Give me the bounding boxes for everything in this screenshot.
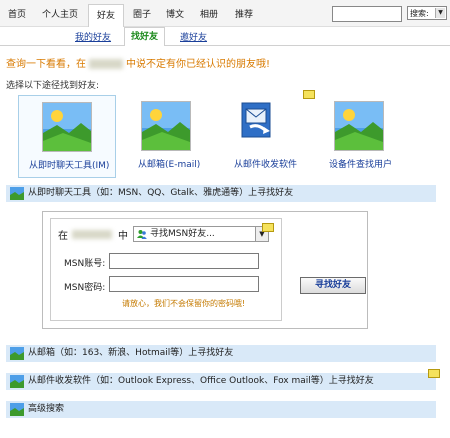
zhong-label: 中: [118, 231, 128, 242]
tile-im[interactable]: 从即时聊天工具(IM): [18, 95, 116, 178]
nav-item-blog[interactable]: 博文: [166, 7, 184, 20]
top-nav-bar: 首页 个人主页 好友 圈子 博文 相册 推荐 搜索: ▼: [0, 0, 450, 27]
section-email-title: 从邮箱（如：163、新浪、Hotmail等）上寻找好友: [28, 348, 234, 358]
search-type-select[interactable]: 搜索: ▼: [407, 6, 447, 20]
section-advanced-title: 高级搜索: [28, 404, 65, 414]
blurred-site-name: [72, 230, 112, 239]
image-placeholder-icon[interactable]: [334, 101, 384, 151]
image-placeholder-icon: [10, 375, 24, 388]
privacy-note: 请放心，我们不会保留你的密码哦!: [122, 299, 246, 308]
find-friends-button[interactable]: 寻找好友: [300, 277, 366, 294]
nav-item-profile[interactable]: 个人主页: [42, 7, 78, 20]
nav-item-circles[interactable]: 圈子: [133, 7, 151, 20]
msn-account-field[interactable]: [109, 253, 259, 269]
image-placeholder-icon: [10, 347, 24, 360]
tile-mail-client-label[interactable]: 从邮件收发软件: [234, 157, 297, 170]
nav-item-home[interactable]: 首页: [8, 7, 26, 20]
envelope-icon: [262, 223, 274, 232]
intro-prefix: 查询一下看看，在: [6, 59, 86, 70]
nav-item-recommend[interactable]: 推荐: [235, 7, 253, 20]
envelope-icon: [428, 369, 440, 378]
nav-item-friends[interactable]: 好友: [88, 4, 125, 27]
section-email[interactable]: 从邮箱（如：163、新浪、Hotmail等）上寻找好友: [6, 345, 436, 362]
section-advanced-search[interactable]: 高级搜索: [6, 401, 436, 418]
intro-suffix: 中说不定有你已经认识的朋友哦!: [126, 59, 271, 70]
msn-password-label: MSN密码:: [64, 283, 106, 293]
envelope-icon: [303, 90, 315, 99]
intro-text: 查询一下看看，在 中说不定有你已经认识的朋友哦!: [6, 55, 270, 70]
search-input[interactable]: [332, 6, 402, 22]
blurred-site-name: [89, 59, 123, 69]
msn-buddy-icon: [137, 230, 147, 239]
image-placeholder-icon: [10, 187, 24, 200]
image-placeholder-icon: [10, 403, 24, 416]
image-placeholder-icon[interactable]: [141, 101, 191, 151]
mail-client-icon[interactable]: [240, 101, 276, 143]
tab-invite-friends[interactable]: 邀好友: [180, 30, 207, 43]
friends-subtabs: 我的好友 找好友 邀好友: [0, 27, 450, 46]
section-im-title: 从即时聊天工具（如：MSN、QQ、Gtalk、雅虎通等）上寻找好友: [28, 188, 294, 198]
search-type-value: 搜索:: [410, 9, 429, 18]
chevron-down-icon: ▼: [435, 8, 445, 18]
choose-method-label: 选择以下途径找到好友:: [6, 81, 100, 91]
tab-my-friends[interactable]: 我的好友: [75, 30, 111, 43]
tab-find-friends[interactable]: 找好友: [124, 27, 166, 46]
section-mail-client-title: 从邮件收发软件（如：Outlook Express、Office Outlook…: [28, 376, 374, 386]
msn-password-field[interactable]: [109, 276, 259, 292]
msn-account-label: MSN账号:: [64, 259, 106, 269]
nav-item-photos[interactable]: 相册: [200, 7, 218, 20]
im-type-select[interactable]: 寻找MSN好友... ▼: [133, 226, 269, 242]
image-placeholder-icon: [42, 102, 92, 152]
section-mail-client[interactable]: 从邮件收发软件（如：Outlook Express、Office Outlook…: [6, 373, 436, 390]
im-type-value: 寻找MSN好友...: [150, 229, 215, 239]
tile-find-user-label[interactable]: 设备件查找用户: [329, 157, 392, 170]
tile-im-label: 从即时聊天工具(IM): [29, 161, 110, 171]
in-label: 在: [58, 231, 68, 242]
section-im[interactable]: 从即时聊天工具（如：MSN、QQ、Gtalk、雅虎通等）上寻找好友: [6, 185, 436, 202]
tile-email-label[interactable]: 从邮箱(E-mail): [138, 157, 200, 170]
